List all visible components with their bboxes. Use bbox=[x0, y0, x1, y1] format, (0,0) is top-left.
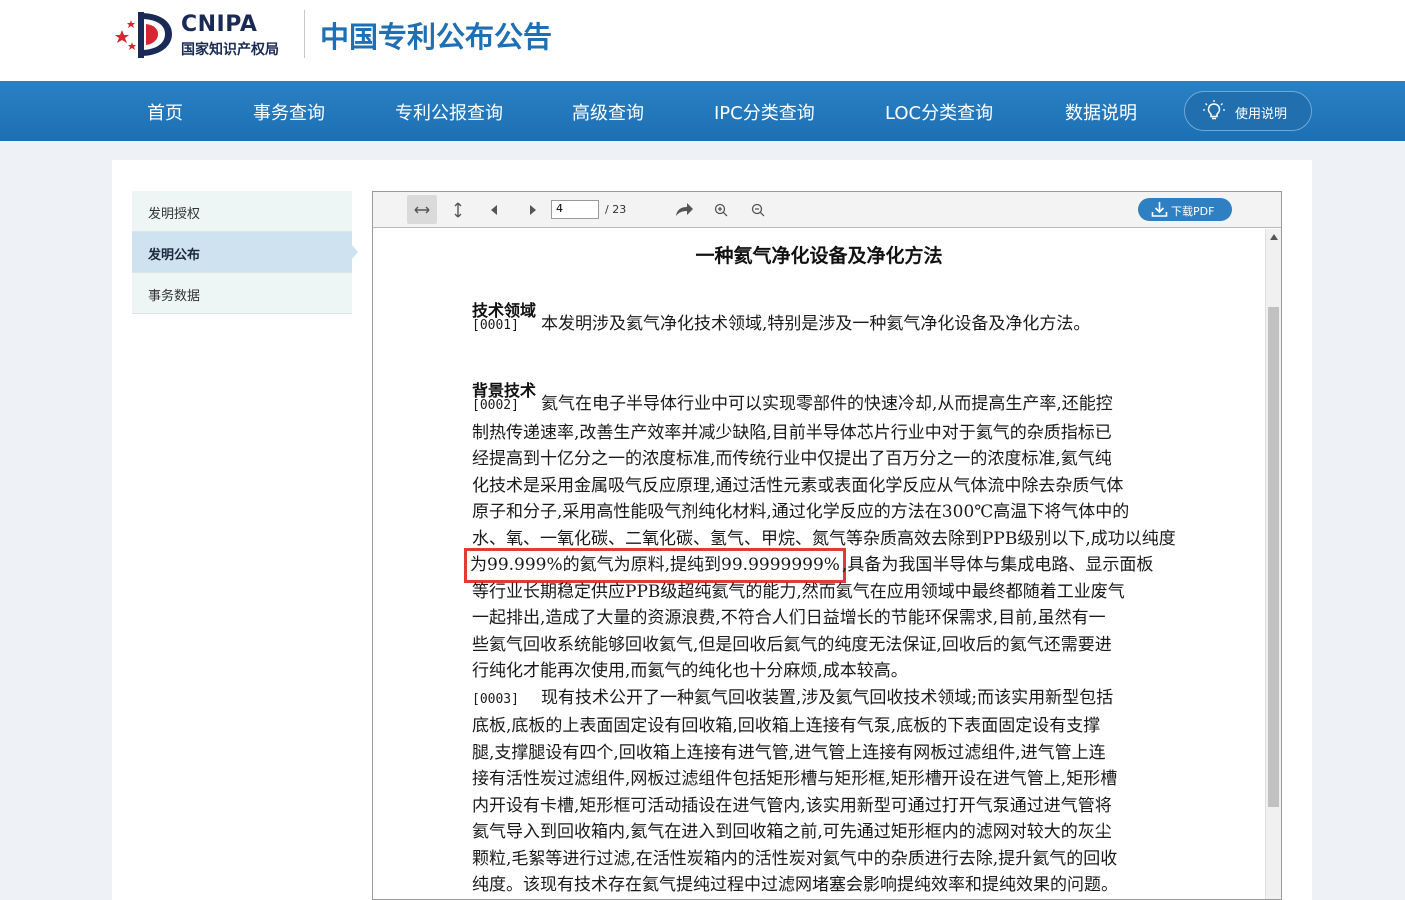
site-header: CNIPA 国家知识产权局 中国专利公布公告 bbox=[0, 0, 1405, 81]
paragraph-line: 腿,支撑腿设有四个,回收箱上连接有进气管,进气管上连接有网板过滤组件,进气管上连 bbox=[472, 742, 1106, 763]
paragraph-line: 底板,底板的上表面固定设有回收箱,回收箱上连接有气泵,底板的下表面固定设有支撑 bbox=[472, 716, 1101, 736]
page-total: / 23 bbox=[605, 203, 627, 216]
paragraph-text: ,具备为我国半导体与集成电路、显示面板 bbox=[841, 555, 1154, 575]
nav-item-advanced-query[interactable]: 高级查询 bbox=[572, 99, 644, 125]
nav-item-data-notes[interactable]: 数据说明 bbox=[1065, 99, 1137, 125]
download-pdf-button[interactable]: 下载PDF bbox=[1138, 198, 1232, 221]
logo-subtitle: 国家知识产权局 bbox=[181, 42, 279, 58]
chevron-right-icon bbox=[530, 204, 536, 215]
chevron-left-icon bbox=[491, 204, 497, 215]
paragraph-line: 氦气导入到回收箱内,氦气在进入到回收箱之前,可先通过矩形框内的滤网对较大的灰尘 bbox=[472, 822, 1112, 842]
prev-page-button[interactable] bbox=[480, 195, 510, 224]
paragraph-line: 原子和分子,采用高性能吸气剂纯化材料,通过化学反应的方法在300℃高温下将气体中… bbox=[472, 502, 1130, 522]
paragraph-0002: [0002] 氦气在电子半导体行业中可以实现零部件的快速冷却,从而提高生产率,还能… bbox=[464, 391, 1176, 899]
site-title[interactable]: 中国专利公布公告 bbox=[320, 14, 552, 56]
sidebar-item-invention-grant[interactable]: 发明授权 bbox=[132, 191, 352, 232]
nav-item-affairs-query[interactable]: 事务查询 bbox=[253, 99, 325, 125]
fit-width-button[interactable] bbox=[407, 195, 437, 224]
logo-text: CNIPA bbox=[181, 12, 258, 37]
paragraph-number: [0001] bbox=[472, 318, 519, 333]
paragraph-text: 本发明涉及氦气净化技术领域,特别是涉及一种氦气净化设备及净化方法。 bbox=[540, 314, 1091, 334]
redo-arrow-icon bbox=[676, 202, 693, 216]
page-number-input[interactable]: 4 bbox=[551, 200, 599, 219]
paragraph-line: 化技术是采用金属吸气反应原理,通过活性元素或表面化学反应从气体流中除去杂质气体 bbox=[472, 475, 1124, 496]
paragraph-line: 等行业长期稳定供应PPB级超纯氦气的能力,然而氦气在应用领域中最终都随着工业废气 bbox=[472, 581, 1125, 602]
lightbulb-icon bbox=[1203, 100, 1225, 120]
paragraph-text: 现有技术公开了一种氦气回收装置,涉及氦气回收技术领域;而该实用新型包括 bbox=[540, 687, 1114, 708]
paragraph-line: 为99.999%的氦气为原料,提纯到99.9999999% ,具备为我国半导体与集… bbox=[464, 548, 1172, 583]
nav-item-ipc-query[interactable]: IPC分类查询 bbox=[714, 99, 815, 125]
paragraph-line: [0003] 现有技术公开了一种氦气回收装置,涉及氦气回收技术领域;而该实用新型包… bbox=[472, 685, 1172, 714]
paragraph-line: 颗粒,毛絮等进行过滤,在活性炭箱内的活性炭对氦气中的杂质进行去除,提升氦气的回收 bbox=[472, 848, 1118, 869]
zoom-out-icon bbox=[751, 203, 765, 216]
next-page-button[interactable] bbox=[517, 195, 547, 224]
paragraph-line: 纯度。该现有技术存在氦气提纯过程中过滤网堵塞会影响提纯效率和提纯效果的问题。 bbox=[472, 875, 1118, 895]
document-title: 一种氦气净化设备及净化方法 bbox=[695, 245, 943, 267]
paragraph-line: 一起排出,造成了大量的资源浪费,不符合人们日益增长的节能环保需求,目前,虽然有一 bbox=[472, 608, 1106, 628]
paragraph-line: 内开设有卡槽,矩形框可活动插设在进气管内,该实用新型可通过打开气泵通过进气管将 bbox=[472, 795, 1112, 816]
paragraph-line: 经提高到十亿分之一的浓度标准,而传统行业中仅提出了百万分之一的浓度标准,氦气纯 bbox=[472, 449, 1112, 469]
viewer-toolbar: 4 / 23 下载PDF bbox=[373, 192, 1281, 228]
scroll-up-arrow-icon[interactable] bbox=[1270, 234, 1278, 240]
fit-height-button[interactable] bbox=[443, 195, 473, 224]
zoom-in-icon bbox=[714, 203, 728, 216]
help-button[interactable]: 使用说明 bbox=[1184, 91, 1312, 131]
document-scrollbar[interactable] bbox=[1265, 229, 1281, 899]
nav-item-home[interactable]: 首页 bbox=[147, 99, 183, 125]
scrollbar-thumb[interactable] bbox=[1268, 307, 1279, 807]
goto-page-button[interactable] bbox=[669, 195, 699, 224]
paragraph-number: [0003] bbox=[472, 691, 519, 707]
paragraph-0001: [0001] 本发明涉及氦气净化技术领域,特别是涉及一种氦气净化设备及净化方法。 bbox=[472, 311, 1172, 340]
paragraph-line: 制热传递速率,改善生产效率并减少缺陷,目前半导体芯片行业中对于氦气的杂质指标已 bbox=[472, 422, 1112, 443]
download-label: 下载PDF bbox=[1171, 205, 1215, 218]
paragraph-line: [0002] 氦气在电子半导体行业中可以实现零部件的快速冷却,从而提高生产率,还能… bbox=[472, 391, 1172, 420]
paragraph-line: 水、氧、一氧化碳、二氧化碳、氢气、甲烷、氮气等杂质高效去除到PPB级别以下,成功… bbox=[472, 528, 1176, 549]
nav-item-gazette-query[interactable]: 专利公报查询 bbox=[395, 99, 503, 125]
fit-width-icon bbox=[414, 206, 430, 213]
document-page: 一种氦气净化设备及净化方法 技术领域 [0001] 本发明涉及氦气净化技术领域,特… bbox=[373, 229, 1265, 899]
sidebar-item-invention-publication[interactable]: 发明公布 bbox=[132, 232, 358, 273]
fit-height-icon bbox=[454, 202, 462, 217]
zoom-out-button[interactable] bbox=[743, 195, 773, 224]
header-divider bbox=[304, 10, 305, 58]
sidebar-item-affairs-data[interactable]: 事务数据 bbox=[132, 273, 352, 314]
zoom-in-button[interactable] bbox=[706, 195, 736, 224]
paragraph-line: 行纯化才能再次使用,而氦气的纯化也十分麻烦,成本较高。 bbox=[472, 661, 908, 681]
download-icon bbox=[1151, 202, 1168, 217]
paragraph-line: 些氦气回收系统能够回收氦气,但是回收后氦气的纯度无法保证,回收后的氦气还需要进 bbox=[472, 634, 1112, 655]
sidebar: 发明授权 发明公布 事务数据 bbox=[132, 191, 358, 314]
paragraph-line: [0001] 本发明涉及氦气净化技术领域,特别是涉及一种氦气净化设备及净化方法。 bbox=[472, 311, 1172, 340]
nav-item-loc-query[interactable]: LOC分类查询 bbox=[885, 99, 993, 125]
pdf-viewer: 4 / 23 下载PDF 一种氦气净化设备及净化方法 技术领域 [0001] 本发… bbox=[372, 191, 1282, 900]
highlighted-purity-text: 为99.999%的氦气为原料,提纯到99.9999999% bbox=[464, 548, 846, 583]
paragraph-line: 接有活性炭过滤组件,网板过滤组件包括矩形槽与矩形框,矩形槽开设在进气管上,矩形槽 bbox=[472, 769, 1118, 789]
help-label: 使用说明 bbox=[1235, 107, 1288, 122]
paragraph-text: 氦气在电子半导体行业中可以实现零部件的快速冷却,从而提高生产率,还能控 bbox=[540, 394, 1113, 414]
main-nav: 首页 事务查询 专利公报查询 高级查询 IPC分类查询 LOC分类查询 数据说明… bbox=[0, 81, 1405, 141]
cnipa-emblem-icon bbox=[115, 12, 172, 58]
paragraph-number: [0002] bbox=[472, 398, 519, 413]
cnipa-logo[interactable]: CNIPA 国家知识产权局 bbox=[114, 10, 304, 60]
